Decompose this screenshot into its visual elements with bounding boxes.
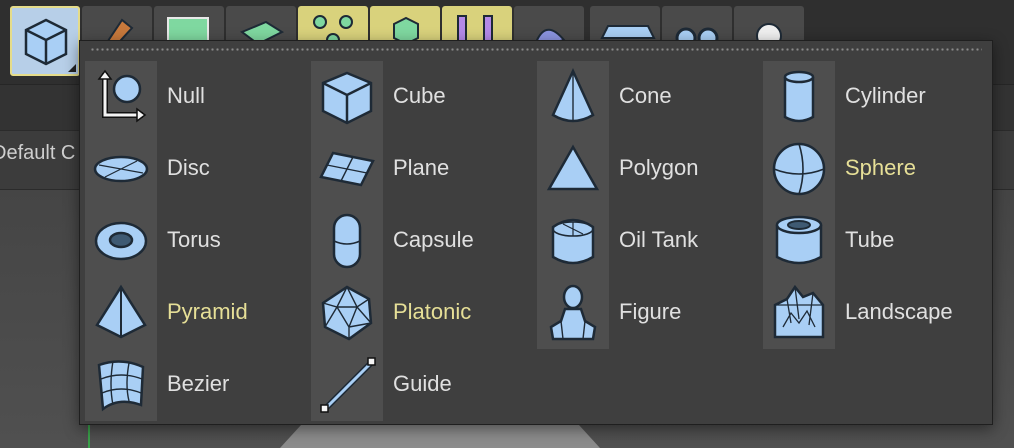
- cube-tool-button[interactable]: [10, 6, 80, 76]
- palette-item-label: Polygon: [619, 155, 699, 180]
- palette-item-label: Tube: [845, 227, 895, 252]
- cube-icon: [311, 61, 383, 133]
- palette-item-torus[interactable]: Torus: [80, 205, 306, 277]
- pyramid-icon: [85, 277, 157, 349]
- polygon-icon: [537, 133, 609, 205]
- palette-item-figure[interactable]: Figure: [532, 277, 758, 349]
- palette-item-label: Platonic: [393, 299, 472, 324]
- figure-icon: [537, 277, 609, 349]
- cone-icon: [537, 61, 609, 133]
- palette-item-label: Figure: [619, 299, 682, 324]
- palette-item-disc[interactable]: Disc: [80, 133, 306, 205]
- plane-icon: [311, 133, 383, 205]
- landscape-icon: [763, 277, 835, 349]
- palette-item-tube[interactable]: Tube: [758, 205, 984, 277]
- palette-item-capsule[interactable]: Capsule: [306, 205, 532, 277]
- palette-column-2: Cube Plane Capsule Platonic Guide: [306, 61, 532, 421]
- palette-item-label: Cylinder: [845, 83, 926, 108]
- palette-item-label: Capsule: [393, 227, 474, 252]
- palette-column-1: Null Disc Torus Pyramid Bezier: [80, 61, 306, 421]
- palette-item-cube[interactable]: Cube: [306, 61, 532, 133]
- guide-icon: [311, 349, 383, 421]
- palette-item-polygon[interactable]: Polygon: [532, 133, 758, 205]
- palette-item-sphere[interactable]: Sphere: [758, 133, 984, 205]
- drag-grip-handle[interactable]: [90, 47, 982, 53]
- palette-item-cone[interactable]: Cone: [532, 61, 758, 133]
- palette-item-label: Guide: [393, 371, 452, 396]
- palette-item-cylinder[interactable]: Cylinder: [758, 61, 984, 133]
- palette-item-label: Oil Tank: [619, 227, 699, 252]
- palette-item-label: Plane: [393, 155, 450, 180]
- palette-item-label: Pyramid: [167, 299, 248, 324]
- palette-item-bezier[interactable]: Bezier: [80, 349, 306, 421]
- oil-tank-icon: [537, 205, 609, 277]
- object-palette-popup: Null Disc Torus Pyramid Bezier Cube Plan…: [79, 40, 993, 425]
- palette-item-platonic[interactable]: Platonic: [306, 277, 532, 349]
- palette-item-landscape[interactable]: Landscape: [758, 277, 984, 349]
- cylinder-icon: [763, 61, 835, 133]
- palette-item-label: Bezier: [167, 371, 230, 396]
- palette-item-label: Landscape: [845, 299, 953, 324]
- bezier-icon: [85, 349, 157, 421]
- palette-item-label: Cone: [619, 83, 672, 108]
- palette-item-label: Cube: [393, 83, 446, 108]
- palette-item-label: Null: [167, 83, 205, 108]
- torus-icon: [85, 205, 157, 277]
- platonic-icon: [311, 277, 383, 349]
- palette-item-label: Disc: [167, 155, 210, 180]
- palette-item-oil-tank[interactable]: Oil Tank: [532, 205, 758, 277]
- sphere-icon: [763, 133, 835, 205]
- palette-column-3: Cone Polygon Oil Tank Figure: [532, 61, 758, 349]
- palette-item-plane[interactable]: Plane: [306, 133, 532, 205]
- palette-item-null[interactable]: Null: [80, 61, 306, 133]
- palette-item-guide[interactable]: Guide: [306, 349, 532, 421]
- default-camera-label: Default C: [0, 142, 76, 164]
- submenu-indicator-icon: [68, 64, 76, 72]
- palette-item-label: Torus: [167, 227, 221, 252]
- cube-icon: [24, 18, 68, 66]
- tube-icon: [763, 205, 835, 277]
- palette-item-label: Sphere: [845, 155, 916, 180]
- null-icon: [85, 61, 157, 133]
- palette-column-4: Cylinder Sphere Tube Landscape: [758, 61, 984, 349]
- palette-item-pyramid[interactable]: Pyramid: [80, 277, 306, 349]
- disc-icon: [85, 133, 157, 205]
- capsule-icon: [311, 205, 383, 277]
